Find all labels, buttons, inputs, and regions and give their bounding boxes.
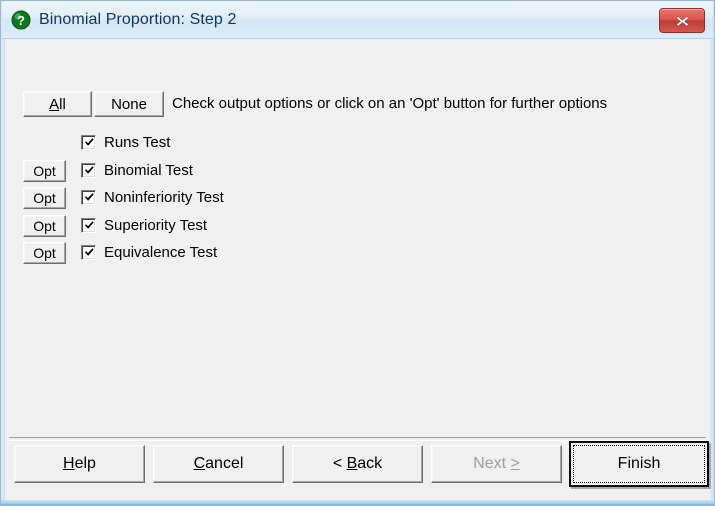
finish-button-default-frame: Finish	[569, 441, 709, 487]
checkbox-superiority-test[interactable]	[81, 217, 96, 233]
window-title: Binomial Proportion: Step 2	[39, 11, 237, 28]
window-frame-left	[1, 1, 5, 505]
opt-button[interactable]: Opt	[23, 187, 66, 209]
output-option-label: Binomial Test	[104, 161, 193, 179]
back-accelerator: B	[346, 455, 358, 472]
dialog-client-area: All None Check output options or click o…	[6, 39, 709, 500]
check-icon	[85, 220, 94, 229]
title-bar: ? Binomial Proportion: Step 2	[2, 2, 713, 39]
select-none-label: None	[111, 96, 147, 113]
close-icon[interactable]	[659, 8, 705, 33]
help-accelerator: H	[63, 455, 75, 472]
output-option-label: Superiority Test	[104, 216, 208, 234]
instruction-text: Check output options or click on an 'Opt…	[172, 95, 608, 112]
checkbox-runs-test[interactable]	[81, 135, 96, 150]
next-button-label: Next >	[473, 455, 520, 472]
select-all-rest: ll	[59, 95, 66, 113]
select-none-button[interactable]: None	[94, 91, 164, 117]
output-option-label: Equivalence Test	[104, 244, 218, 261]
help-button-label: Help	[63, 455, 96, 472]
cancel-button-label: Cancel	[193, 455, 244, 472]
check-icon	[85, 193, 94, 201]
finish-button[interactable]: Finish	[573, 445, 705, 483]
help-button[interactable]: Help	[14, 445, 145, 483]
dialog-window: ? Binomial Proportion: Step 2 All None C…	[0, 0, 715, 506]
check-icon	[85, 138, 94, 146]
question-mark-icon: ?	[11, 10, 31, 30]
cancel-accelerator: C	[193, 455, 206, 472]
output-option-row: Opt Binomial Test	[6, 159, 709, 183]
output-option-label: Noninferiority Test	[104, 189, 224, 206]
opt-button-label: Opt	[33, 217, 56, 234]
finish-button-label: Finish	[617, 455, 661, 472]
opt-button[interactable]: Opt	[23, 159, 66, 182]
select-none-rest: None	[111, 95, 147, 113]
select-all-accelerator: A	[49, 95, 60, 113]
opt-button-label: Opt	[33, 245, 56, 261]
checkbox-equivalence-test[interactable]	[81, 245, 96, 260]
output-option-row: Runs Test	[6, 131, 709, 155]
opt-button[interactable]: Opt	[23, 242, 66, 264]
window-frame-bottom	[1, 500, 714, 505]
opt-button[interactable]: Opt	[23, 214, 66, 237]
output-option-label: Runs Test	[104, 134, 171, 151]
cancel-button[interactable]: Cancel	[153, 445, 284, 483]
select-all-label: All	[49, 96, 66, 113]
back-button-label: < Back	[332, 455, 383, 472]
opt-button-label: Opt	[33, 162, 56, 179]
window-frame-right	[710, 1, 714, 505]
checkbox-noninferiority-test[interactable]	[81, 190, 96, 205]
output-option-row: Opt Superiority Test	[6, 214, 709, 238]
opt-button-label: Opt	[33, 190, 56, 206]
check-icon	[85, 248, 94, 256]
finish-accelerator: F	[617, 455, 628, 472]
check-icon	[85, 165, 94, 174]
output-option-row: Opt Noninferiority Test	[6, 186, 709, 210]
svg-text:?: ?	[17, 13, 25, 28]
checkbox-binomial-test[interactable]	[81, 162, 96, 178]
output-option-row: Opt Equivalence Test	[6, 241, 709, 265]
next-accelerator: >	[510, 455, 520, 472]
select-all-button[interactable]: All	[23, 91, 92, 117]
next-button[interactable]: Next >	[431, 445, 562, 483]
back-button[interactable]: < Back	[292, 445, 423, 483]
